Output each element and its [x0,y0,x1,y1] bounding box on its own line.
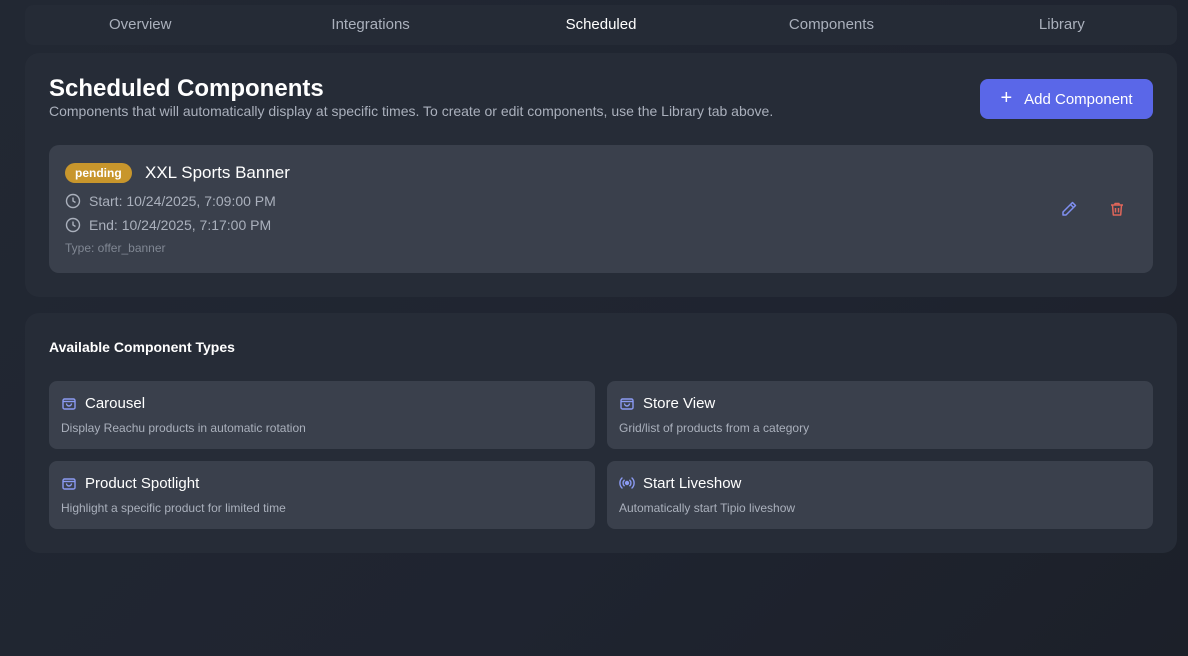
shopping-bag-icon [62,478,76,490]
type-card-carousel[interactable]: Carousel Display Reachu products in auto… [49,381,595,449]
trash-icon [1111,202,1123,216]
plus-icon: + [1000,87,1013,109]
scheduled-panel: Scheduled Components Components that wil… [25,53,1177,297]
type-name: Product Spotlight [85,475,200,492]
tab-components[interactable]: Components [716,5,946,45]
component-types-panel: Available Component Types Carousel Displ… [25,313,1177,553]
status-badge: pending [65,163,132,183]
shopping-bag-icon [620,398,634,410]
scheduled-item-name: XXL Sports Banner [145,163,290,182]
clock-icon [65,217,81,233]
delete-button[interactable] [1107,199,1127,219]
start-time-row: Start: 10/24/2025, 7:09:00 PM [65,193,276,209]
type-name: Start Liveshow [643,475,742,492]
tab-scheduled[interactable]: Scheduled [486,5,716,45]
tab-overview[interactable]: Overview [25,5,255,45]
scheduled-item: pending XXL Sports Banner Start: 10/24/2… [49,145,1153,273]
type-name: Carousel [85,395,146,412]
type-description: Display Reachu products in automatic rot… [61,421,306,435]
broadcast-icon [619,477,635,489]
edit-button[interactable] [1059,199,1079,219]
tab-library[interactable]: Library [947,5,1177,45]
type-description: Automatically start Tipio liveshow [619,501,796,515]
shopping-bag-icon [62,398,76,410]
end-time: End: 10/24/2025, 7:17:00 PM [89,217,272,233]
pencil-icon [1062,201,1077,216]
type-description: Grid/list of products from a category [619,421,810,435]
add-component-label: Add Component [1024,90,1133,108]
tab-integrations[interactable]: Integrations [255,5,485,45]
page-subtitle: Components that will automatically displ… [49,103,774,119]
type-name: Store View [643,395,716,412]
type-description: Highlight a specific product for limited… [61,501,286,515]
tab-bar: Overview Integrations Scheduled Componen… [25,5,1177,45]
add-component-button[interactable]: + Add Component [980,79,1153,119]
component-type: Type: offer_banner [65,241,166,255]
section-title: Available Component Types [49,339,235,355]
type-card-start-liveshow[interactable]: Start Liveshow Automatically start Tipio… [607,461,1153,529]
type-card-store-view[interactable]: Store View Grid/list of products from a … [607,381,1153,449]
type-card-product-spotlight[interactable]: Product Spotlight Highlight a specific p… [49,461,595,529]
clock-icon [65,193,81,209]
start-time: Start: 10/24/2025, 7:09:00 PM [89,193,276,209]
page-title: Scheduled Components [49,75,324,102]
end-time-row: End: 10/24/2025, 7:17:00 PM [65,217,271,233]
